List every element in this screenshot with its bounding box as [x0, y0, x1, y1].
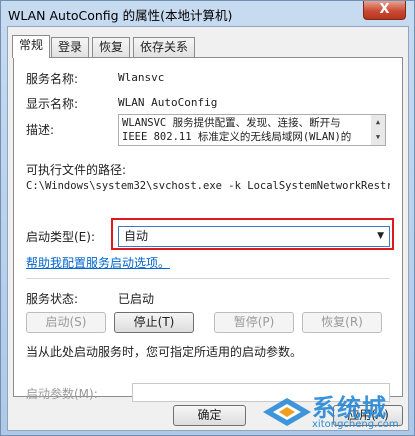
description-line: IEEE 802.11 标准定义的无线局域网(WLAN)的 [122, 131, 352, 143]
close-button[interactable]: X [363, 1, 406, 20]
help-configure-link[interactable]: 帮助我配置服务启动选项。 [26, 254, 170, 271]
description-line: WLANSVC 服务提供配置、发现、连接、断开与 [122, 117, 341, 129]
scroll-down-icon[interactable]: ▼ [371, 130, 385, 145]
ok-button[interactable]: 确定 [173, 405, 246, 426]
tab-logon[interactable]: 登录 [51, 37, 90, 57]
chevron-down-icon: ▼ [377, 231, 384, 241]
properties-window: WLAN AutoConfig 的属性(本地计算机) X 常规 登录 恢复 依存… [0, 0, 415, 436]
watermark-brand: 系统城 [312, 394, 387, 422]
close-icon: X [379, 2, 390, 17]
description-textbox[interactable]: WLANSVC 服务提供配置、发现、连接、断开与 IEEE 802.11 标准定… [118, 114, 386, 146]
resume-button[interactable]: 恢复(R) [302, 312, 382, 333]
description-label: 描述: [26, 123, 55, 137]
stop-button[interactable]: 停止(T) [114, 312, 194, 333]
tab-dependencies[interactable]: 依存关系 [133, 37, 196, 57]
watermark-url: xitongcheng.com [312, 419, 399, 430]
display-name-value: WLAN AutoConfig [118, 96, 218, 109]
window-title: WLAN AutoConfig 的属性(本地计算机) [8, 8, 233, 23]
pause-button[interactable]: 暂停(P) [214, 312, 294, 333]
service-status-label: 服务状态: [26, 292, 79, 306]
start-params-label: 启动参数(M): [26, 387, 98, 401]
title-bar[interactable]: WLAN AutoConfig 的属性(本地计算机) X [1, 1, 414, 25]
tab-general[interactable]: 常规 [12, 35, 51, 58]
tab-panel-general: 服务名称: Wlansvc 显示名称: WLAN AutoConfig 描述: … [13, 57, 403, 402]
service-status-value: 已启动 [118, 292, 155, 306]
display-name-label: 显示名称: [26, 97, 79, 111]
executable-path-label: 可执行文件的路径: [26, 163, 127, 177]
service-name-value: Wlansvc [118, 71, 165, 84]
divider [26, 278, 390, 279]
dialog-body: 常规 登录 恢复 依存关系 服务名称: Wlansvc 显示名称: WLAN A… [7, 26, 409, 431]
watermark-logo-icon [263, 398, 311, 426]
startup-type-label: 启动类型(E): [26, 230, 95, 244]
start-params-hint: 当从此处启动服务时，您可指定所适用的启动参数。 [26, 345, 303, 359]
start-button[interactable]: 启动(S) [26, 312, 106, 333]
service-name-label: 服务名称: [26, 72, 79, 86]
tab-recovery[interactable]: 恢复 [92, 37, 131, 57]
startup-type-select[interactable]: 自动 ▼ [118, 226, 390, 247]
scroll-up-icon[interactable]: ▲ [371, 115, 385, 130]
startup-type-value: 自动 [124, 229, 149, 243]
executable-path-value: C:\Windows\system32\svchost.exe -k Local… [26, 180, 390, 192]
